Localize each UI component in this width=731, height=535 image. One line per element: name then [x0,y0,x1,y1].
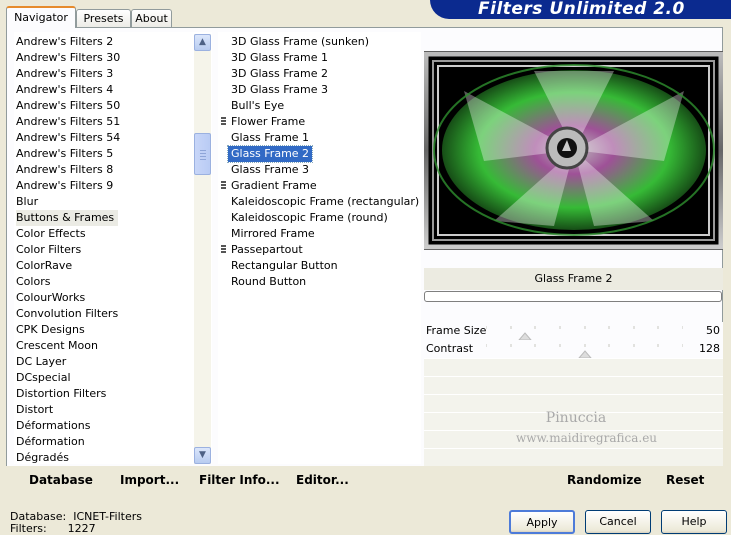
filter-item[interactable]: Mirrored Frame [228,226,318,242]
filter-item[interactable]: 3D Glass Frame 3 [228,82,331,98]
tab-navigator[interactable]: Navigator [6,6,76,28]
filter-item[interactable]: 3D Glass Frame 1 [228,50,331,66]
category-item[interactable]: Déformation [16,434,89,450]
filter-item[interactable]: Round Button [228,274,309,290]
group-grip-icon [221,245,227,255]
filter-item[interactable]: Glass Frame 2 [226,145,314,163]
cancel-button[interactable]: Cancel [585,510,651,534]
app-title-banner: Filters Unlimited 2.0 [430,0,731,19]
scroll-up-button[interactable]: ▲ [194,34,211,51]
watermark: Pinuccia www.maidiregrafica.eu [516,408,658,448]
category-item[interactable]: Color Effects [16,226,90,242]
tab-about[interactable]: About [131,9,172,27]
param-empty-row [424,358,723,376]
param-label: Contrast [426,342,474,355]
status-filters-label: Filters: [10,522,47,535]
group-grip-icon [221,117,227,127]
filter-item[interactable]: Gradient Frame [228,178,320,194]
scroll-down-button[interactable]: ▼ [194,447,211,464]
watermark-url: www.maidiregrafica.eu [516,431,658,445]
watermark-name: Pinuccia [545,410,607,426]
progress-bar [424,291,722,302]
param-track[interactable] [486,340,683,358]
category-item[interactable]: Andrew's Filters 30 [16,50,124,66]
reset-button[interactable]: Reset [666,473,704,487]
category-item[interactable]: Color Filters [16,242,85,258]
param-value: 50 [706,324,720,337]
param-contrast[interactable]: Contrast 128 [424,340,723,358]
category-item[interactable]: DC Layer [16,354,70,370]
editor-button[interactable]: Editor... [296,473,349,487]
randomize-button[interactable]: Randomize [567,473,641,487]
category-item[interactable]: Andrew's Filters 51 [16,114,124,130]
category-item[interactable]: Distort [16,402,57,418]
filter-item[interactable]: Kaleidoscopic Frame (round) [228,210,391,226]
param-label: Frame Size [426,324,487,337]
preview-image [423,51,724,250]
apply-button[interactable]: Apply [509,510,575,534]
category-item[interactable]: Andrew's Filters 5 [16,146,117,162]
slider-thumb [578,350,592,358]
category-item[interactable]: Dégradés [16,450,73,464]
tab-presets[interactable]: Presets [76,9,131,27]
category-item[interactable]: Andrew's Filters 8 [16,162,117,178]
param-empty-row [424,376,723,394]
category-item[interactable]: ColourWorks [16,290,89,306]
import-button[interactable]: Import... [120,473,179,487]
param-empty-row [424,448,723,466]
category-item[interactable]: Colors [16,274,54,290]
filter-name-label: Glass Frame 2 [424,268,723,290]
category-item[interactable]: Distortion Filters [16,386,110,402]
group-grip-icon [221,181,227,191]
filter-item[interactable]: Bull's Eye [228,98,287,114]
preview-art [423,51,724,250]
database-button[interactable]: Database [29,473,93,487]
status-filters-value: 1227 [67,522,96,535]
category-list[interactable]: Andrew's Filters 2 Andrew's Filters 30 And… [14,32,212,464]
scroll-thumb[interactable] [194,133,211,175]
param-value: 128 [699,342,720,355]
category-item[interactable]: Andrew's Filters 9 [16,178,117,194]
category-item[interactable]: DCspecial [16,370,75,386]
filter-info-button[interactable]: Filter Info... [199,473,280,487]
param-frame-size[interactable]: Frame Size 50 [424,322,723,340]
param-track[interactable] [486,322,683,340]
filter-item[interactable]: Passepartout [228,242,306,258]
category-item[interactable]: ColorRave [16,258,76,274]
slider-thumb [518,332,532,340]
filter-item[interactable]: Rectangular Button [228,258,341,274]
filter-item[interactable]: Flower Frame [228,114,308,130]
category-item[interactable]: Andrew's Filters 4 [16,82,117,98]
status-filters: Filters: 1227 [10,522,96,535]
filter-item[interactable]: Kaleidoscopic Frame (rectangular) [228,194,421,210]
category-item[interactable]: Andrew's Filters 2 [16,34,117,50]
category-item[interactable]: Buttons & Frames [16,210,119,226]
filter-item[interactable]: Glass Frame 3 [228,162,312,178]
help-button[interactable]: Help [661,510,727,534]
filter-item[interactable]: 3D Glass Frame (sunken) [228,34,372,50]
category-item[interactable]: Andrew's Filters 54 [16,130,124,146]
category-item[interactable]: Déformations [16,418,94,434]
category-item[interactable]: Blur [16,194,42,210]
category-item[interactable]: Crescent Moon [16,338,102,354]
category-scrollbar[interactable]: ▲ ▼ [194,34,211,464]
category-item[interactable]: Andrew's Filters 3 [16,66,117,82]
category-item[interactable]: Andrew's Filters 50 [16,98,124,114]
category-item[interactable]: CPK Designs [16,322,89,338]
filter-item[interactable]: 3D Glass Frame 2 [228,66,331,82]
filter-list[interactable]: 3D Glass Frame (sunken) 3D Glass Frame 13… [218,32,421,464]
filter-item[interactable]: Glass Frame 1 [228,130,312,146]
category-item[interactable]: Convolution Filters [16,306,122,322]
